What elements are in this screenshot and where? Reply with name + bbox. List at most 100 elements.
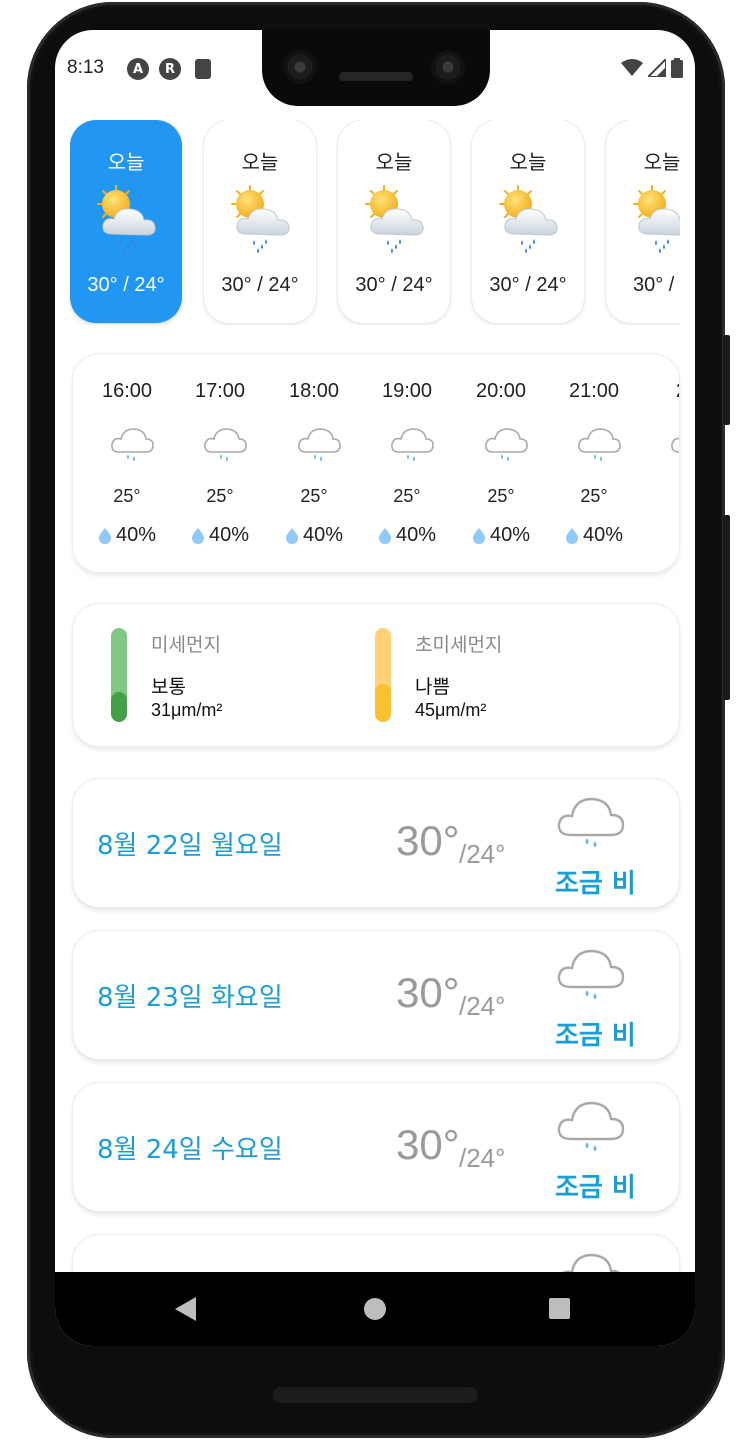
rain-cloud-icon	[576, 424, 622, 464]
hour-temp: 2	[640, 486, 679, 507]
rain-cloud-icon	[555, 1249, 627, 1272]
hour-item: 22 2	[640, 354, 679, 572]
daily-forecast-row[interactable]	[73, 1235, 679, 1272]
hour-precip: 40%	[360, 524, 454, 547]
pm10-gauge-fill	[111, 691, 127, 722]
precip-value: 40%	[582, 524, 624, 546]
partly-cloudy-rain-icon	[626, 182, 680, 258]
partly-cloudy-rain-icon	[90, 182, 166, 258]
day-card[interactable]: 오늘 30° / 24°	[204, 120, 316, 323]
daily-forecast-row[interactable]: 8월 23일 화요일 30° /24° 조금 비	[73, 931, 679, 1059]
rain-cloud-icon	[555, 945, 627, 1003]
hourly-forecast-card[interactable]: 16:00 25° 40% 17:00 25° 40% 18:00 25° 40…	[73, 354, 679, 572]
day-temp: 30° / 2	[632, 274, 680, 296]
day-card[interactable]: 오늘 30° / 24°	[70, 120, 182, 323]
pm25-title: 초미세먼지	[415, 634, 503, 656]
sd-card-icon	[195, 59, 211, 79]
rain-cloud-icon	[389, 424, 435, 464]
forecast-condition: 조금 비	[555, 869, 636, 899]
hour-item: 16:00 25° 40%	[80, 354, 174, 572]
hour-item: 21:00 25° 40%	[547, 354, 641, 572]
hour-precip	[640, 524, 679, 540]
day-card[interactable]: 오늘 30° / 24°	[472, 120, 584, 323]
earpiece-speaker	[339, 72, 413, 81]
forecast-date: 8월 22일 월요일	[97, 831, 283, 861]
air-quality-card: 미세먼지 보통 31μm/m² 초미세먼지 나쁨 45μm/m²	[73, 604, 679, 746]
daily-forecast-strip[interactable]: 오늘 30° / 24° 오늘 30° / 24° 오늘 30° / 24° 오…	[70, 120, 680, 325]
recent-apps-icon[interactable]	[549, 1298, 570, 1319]
signal-icon	[648, 59, 666, 77]
precip-value: 40%	[489, 524, 531, 546]
pm25-gauge	[375, 628, 391, 722]
water-drop-icon	[285, 528, 299, 544]
water-drop-icon	[98, 528, 112, 544]
hour-temp: 25°	[113, 486, 141, 506]
forecast-high: 30°	[396, 817, 460, 864]
water-drop-icon	[472, 528, 486, 544]
camera-notch	[262, 30, 490, 106]
daily-forecast-row[interactable]: 8월 24일 수요일 30° /24° 조금 비	[73, 1083, 679, 1211]
partly-cloudy-rain-icon	[224, 182, 300, 258]
day-card[interactable]: 오늘 30° / 24°	[338, 120, 450, 323]
day-card[interactable]: 오늘 30° / 2	[606, 120, 680, 323]
hour-time: 17:00	[194, 380, 246, 402]
back-icon[interactable]	[175, 1297, 196, 1321]
pm25-value: 45μm/m²	[415, 700, 487, 720]
water-drop-icon	[378, 528, 392, 544]
app-notification-icon: R	[159, 58, 181, 80]
hour-time: 19:00	[381, 380, 433, 402]
status-time: 8:13	[67, 57, 104, 78]
forecast-low: /24°	[459, 1143, 506, 1173]
hour-temp: 25°	[580, 486, 608, 506]
pm25-gauge-fill	[375, 684, 391, 722]
forecast-low: /24°	[459, 991, 506, 1021]
power-button	[723, 335, 730, 425]
day-temp: 30° / 24°	[355, 274, 433, 296]
pm10-value: 31μm/m²	[151, 700, 223, 720]
forecast-low: /24°	[459, 839, 506, 869]
water-drop-icon	[565, 528, 579, 544]
wifi-icon	[621, 59, 643, 76]
day-label: 오늘	[241, 150, 279, 174]
rain-cloud-icon	[296, 424, 342, 464]
status-left-icons: A R	[127, 58, 211, 80]
screen: 8:13 A R 오늘 30° / 24° 오늘 30° / 24° 오늘 30…	[55, 30, 695, 1346]
hour-time: 20:00	[475, 380, 527, 402]
daily-forecast-row[interactable]: 8월 22일 월요일 30° /24° 조금 비	[73, 779, 679, 907]
day-label: 오늘	[107, 150, 145, 174]
hour-temp: 25°	[206, 486, 234, 506]
forecast-high: 30°	[396, 1121, 460, 1168]
day-label: 오늘	[643, 150, 680, 174]
water-drop-icon	[678, 524, 679, 540]
hour-item: 18:00 25° 40%	[267, 354, 361, 572]
rain-cloud-icon	[555, 793, 627, 851]
app-notification-icon: A	[127, 58, 149, 80]
system-navigation-bar	[55, 1272, 695, 1346]
volume-button	[723, 515, 730, 700]
precip-value: 40%	[115, 524, 157, 546]
home-icon[interactable]	[364, 1298, 386, 1320]
forecast-condition: 조금 비	[555, 1021, 636, 1051]
pm10-status: 보통	[151, 676, 186, 698]
forecast-date: 8월 23일 화요일	[97, 983, 283, 1013]
weather-content[interactable]: 오늘 30° / 24° 오늘 30° / 24° 오늘 30° / 24° 오…	[55, 120, 695, 1272]
pm10-title: 미세먼지	[151, 634, 221, 656]
pm10-gauge	[111, 628, 127, 722]
hour-precip: 40%	[547, 524, 641, 547]
partly-cloudy-rain-icon	[492, 182, 568, 258]
hour-precip: 40%	[80, 524, 174, 547]
hour-temp: 25°	[300, 486, 328, 506]
rain-cloud-icon	[555, 1097, 627, 1155]
rain-cloud-icon	[669, 424, 679, 464]
rain-cloud-icon	[202, 424, 248, 464]
hour-temp: 25°	[487, 486, 515, 506]
forecast-high: 30°	[396, 969, 460, 1016]
precip-value: 40%	[395, 524, 437, 546]
day-label: 오늘	[375, 150, 413, 174]
day-temp: 30° / 24°	[221, 274, 299, 296]
status-right-icons	[621, 58, 683, 78]
front-camera	[283, 50, 317, 84]
day-temp: 30° / 24°	[489, 274, 567, 296]
forecast-condition: 조금 비	[555, 1173, 636, 1203]
precip-value: 40%	[208, 524, 250, 546]
